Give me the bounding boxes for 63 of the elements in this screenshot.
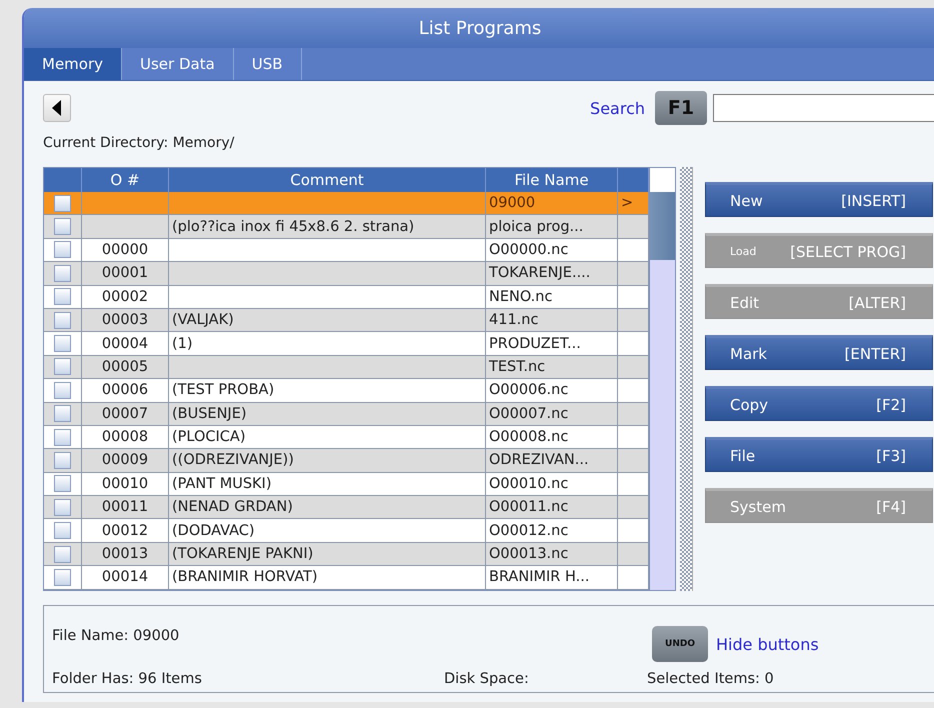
checkbox[interactable] (54, 522, 71, 540)
checkbox[interactable] (54, 405, 71, 422)
action-button[interactable]: Mark [ENTER] (705, 335, 933, 370)
checkbox[interactable] (54, 452, 71, 469)
table-row[interactable]: 00011 (NENAD GRDAN) O00011.nc (44, 496, 649, 520)
table-row[interactable]: 09000 > (44, 192, 649, 216)
column-header[interactable]: File Name (486, 168, 618, 192)
table-cell: 00014 (82, 566, 169, 590)
table-row[interactable]: 00001 TOKARENJE.... (44, 262, 649, 286)
search-label: Search (590, 98, 645, 118)
tab[interactable]: Memory (24, 48, 122, 80)
disk-space-text: Disk Space: (444, 671, 530, 688)
left-triangle-icon (52, 100, 62, 116)
table-row[interactable]: 00007 (BUSENJE) O00007.nc (44, 402, 649, 426)
checkbox[interactable] (54, 218, 71, 236)
checkbox[interactable] (54, 546, 71, 563)
column-header (44, 168, 82, 192)
table-cell: BRANIMIR H... (486, 566, 618, 590)
table-row[interactable]: 00005 TEST.nc (44, 356, 649, 380)
checkbox[interactable] (54, 335, 71, 352)
function-key[interactable]: F1 (655, 91, 707, 125)
table-row[interactable]: 00002 NENO.nc (44, 286, 649, 309)
back-button[interactable] (43, 94, 71, 122)
current-directory: Current Directory: Memory/ (43, 135, 236, 153)
hide-buttons-link[interactable]: Hide buttons (716, 634, 819, 654)
table-row[interactable]: (plo??ica inox fi 45x8.6 2. strana) ploica prog... (44, 215, 649, 239)
checkbox[interactable] (54, 475, 71, 492)
window-title: List Programs (24, 8, 934, 48)
checkbox[interactable] (54, 358, 71, 376)
checkbox[interactable] (54, 241, 71, 258)
folder-count-text: Folder Has: 96 Items (52, 671, 203, 688)
column-header[interactable]: O # (82, 168, 169, 192)
table-cell: (BRANIMIR HORVAT) (169, 566, 486, 590)
table-row[interactable]: 00004 (1) PRODUZET... (44, 332, 649, 356)
checkbox[interactable] (54, 264, 71, 282)
action-button[interactable]: File [F3] (705, 437, 933, 472)
search-field[interactable] (713, 94, 934, 122)
column-header[interactable]: Comment (169, 168, 486, 192)
table-row[interactable]: 00010 (PANT MUSKI) O00010.nc (44, 472, 649, 496)
table-row[interactable]: 00006 (TEST PROBA) O00006.nc (44, 379, 649, 403)
table-row[interactable]: 00009 ((ODREZIVANJE)) ODREZIVAN... (44, 449, 649, 473)
splitter-handle[interactable] (680, 167, 693, 591)
checkbox[interactable] (54, 312, 71, 329)
column-header (618, 168, 649, 192)
checkbox[interactable] (54, 568, 71, 586)
checkbox[interactable] (54, 498, 71, 516)
file-name-text: File Name: 09000 (52, 628, 180, 644)
checkbox[interactable] (54, 288, 71, 306)
undo-key[interactable]: UNDO (652, 626, 708, 662)
selected-items-text: Selected Items: 0 (647, 671, 774, 688)
table-row[interactable]: 00013 (TOKARENJE PAKNI) O00013.nc (44, 542, 649, 566)
checkbox[interactable] (54, 428, 71, 446)
table-row[interactable]: 00012 (DODAVAC) O00012.nc (44, 519, 649, 543)
action-button[interactable]: New [INSERT] (705, 182, 933, 217)
checkbox[interactable] (54, 382, 71, 399)
table-row[interactable]: 00008 (PLOCICA) O00008.nc (44, 426, 649, 450)
scrollbar[interactable] (650, 167, 676, 591)
table-cell (618, 566, 649, 590)
table-row[interactable]: 00000 O00000.nc (44, 238, 649, 262)
checkbox[interactable] (54, 194, 71, 212)
table-row[interactable]: 00003 (VALJAK) 411.nc (44, 308, 649, 332)
table-row[interactable]: 00014 (BRANIMIR HORVAT) BRANIMIR H... (44, 566, 649, 590)
action-button[interactable]: Copy [F2] (705, 386, 933, 421)
